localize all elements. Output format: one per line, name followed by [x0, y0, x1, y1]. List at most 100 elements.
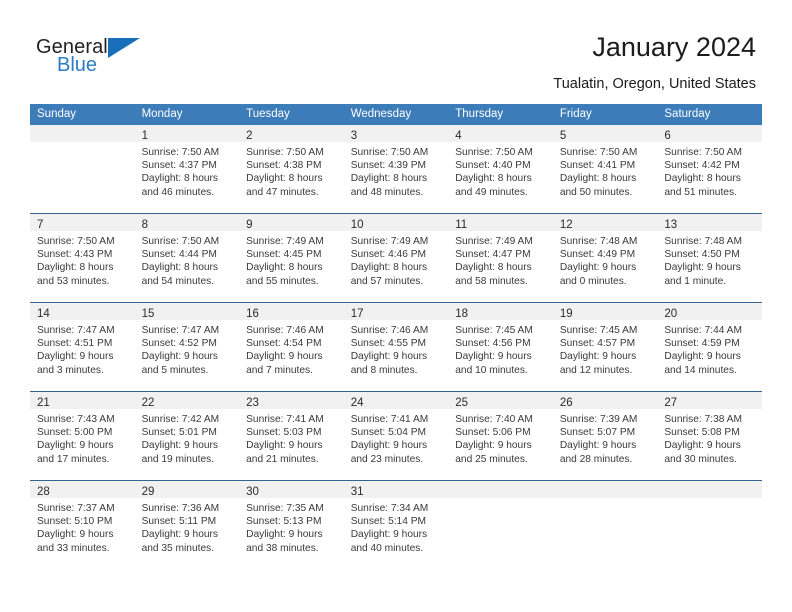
calendar-empty-cell	[657, 480, 762, 569]
calendar-day-cell[interactable]: 6 Sunrise: 7:50 AM Sunset: 4:42 PM Daylight…	[657, 125, 762, 214]
daylight-duration-line2: and 50 minutes.	[559, 186, 633, 198]
daylight-duration-line1: Daylight: 8 hours	[455, 173, 532, 185]
calendar-day-cell[interactable]: 16 Sunrise: 7:46 AM Sunset: 4:54 PM Dayligh…	[239, 302, 344, 392]
daylight-duration-line2: and 58 minutes.	[455, 275, 528, 287]
calendar-day-cell[interactable]: 28 Sunrise: 7:37 AM Sunset: 5:10 PM Dayligh…	[30, 480, 135, 569]
sunrise-time: Sunrise: 7:50 AM	[559, 147, 638, 158]
calendar-day-cell[interactable]: 11 Sunrise: 7:49 AM Sunset: 4:47 PM Dayligh…	[448, 213, 553, 303]
sunrise-time: Sunrise: 7:35 AM	[246, 503, 324, 514]
calendar-day-cell[interactable]: 2 Sunrise: 7:50 AM Sunset: 4:38 PM Daylight…	[239, 125, 344, 214]
day-number: 9	[246, 219, 253, 231]
day-cell-inner: 9 Sunrise: 7:49 AM Sunset: 4:45 PM Daylight…	[239, 214, 344, 302]
calendar-day-cell[interactable]: 17 Sunrise: 7:46 AM Sunset: 4:55 PM Dayligh…	[343, 302, 449, 392]
daylight-duration-line1: Daylight: 9 hours	[246, 529, 323, 541]
daylight-duration-line2: and 28 minutes.	[559, 453, 633, 465]
calendar-day-cell[interactable]: 26 Sunrise: 7:39 AM Sunset: 5:07 PM Dayligh…	[552, 391, 658, 481]
calendar-day-cell[interactable]: 7 Sunrise: 7:50 AM Sunset: 4:43 PM Daylight…	[30, 213, 135, 303]
day-cell-inner: 31 Sunrise: 7:34 AM Sunset: 5:14 PM Dayligh…	[343, 481, 449, 569]
day-cell-inner: 17 Sunrise: 7:46 AM Sunset: 4:55 PM Dayligh…	[343, 303, 449, 391]
calendar-day-cell[interactable]: 18 Sunrise: 7:45 AM Sunset: 4:56 PM Dayligh…	[448, 302, 553, 392]
calendar-day-cell[interactable]: 31 Sunrise: 7:34 AM Sunset: 5:14 PM Dayligh…	[343, 480, 449, 569]
sunrise-time: Sunrise: 7:41 AM	[350, 414, 429, 425]
sunset-time: Sunset: 5:04 PM	[350, 427, 427, 439]
sunrise-time: Sunrise: 7:50 AM	[246, 147, 324, 158]
calendar-day-cell[interactable]: 15 Sunrise: 7:47 AM Sunset: 4:52 PM Dayligh…	[134, 302, 240, 392]
weekday-header-sunday: Sunday	[30, 104, 135, 125]
day-number: 19	[559, 308, 573, 320]
daylight-duration-line1: Daylight: 9 hours	[141, 440, 219, 452]
calendar-day-cell[interactable]: 19 Sunrise: 7:45 AM Sunset: 4:57 PM Dayligh…	[552, 302, 658, 392]
day-cell-inner: 7 Sunrise: 7:50 AM Sunset: 4:43 PM Daylight…	[30, 214, 135, 302]
location-subtitle: Tualatin, Oregon, United States	[553, 76, 756, 92]
day-number-band: 21	[30, 392, 135, 409]
calendar-day-cell[interactable]: 20 Sunrise: 7:44 AM Sunset: 4:59 PM Dayligh…	[657, 302, 762, 392]
day-number-band: 1	[134, 125, 240, 142]
calendar-day-cell[interactable]: 13 Sunrise: 7:48 AM Sunset: 4:50 PM Dayligh…	[657, 213, 762, 303]
daylight-duration-line2: and 35 minutes.	[141, 542, 215, 554]
day-sun-info: Sunrise: 7:49 AM Sunset: 4:45 PM Daylight:…	[239, 231, 344, 288]
sunset-time: Sunset: 4:46 PM	[350, 249, 427, 261]
daylight-duration-line1: Daylight: 8 hours	[350, 262, 428, 274]
sunset-time: Sunset: 4:57 PM	[559, 338, 636, 350]
weekday-header-row: Sunday Monday Tuesday Wednesday Thursday…	[30, 104, 762, 125]
calendar-day-cell[interactable]: 23 Sunrise: 7:41 AM Sunset: 5:03 PM Dayligh…	[239, 391, 344, 481]
calendar-day-cell[interactable]: 9 Sunrise: 7:49 AM Sunset: 4:45 PM Daylight…	[239, 213, 344, 303]
calendar-week-row: 7 Sunrise: 7:50 AM Sunset: 4:43 PM Daylight…	[30, 213, 762, 303]
calendar-day-cell[interactable]: 10 Sunrise: 7:49 AM Sunset: 4:46 PM Dayligh…	[343, 213, 449, 303]
sunset-time: Sunset: 4:52 PM	[141, 338, 217, 350]
weekday-header-monday: Monday	[134, 104, 240, 125]
day-number-band: 6	[657, 125, 762, 142]
calendar-day-cell[interactable]: 22 Sunrise: 7:42 AM Sunset: 5:01 PM Dayligh…	[134, 391, 240, 481]
page-title: January 2024	[592, 32, 756, 62]
day-sun-info: Sunrise: 7:45 AM Sunset: 4:56 PM Daylight:…	[448, 320, 553, 377]
daylight-duration-line2: and 48 minutes.	[350, 186, 424, 198]
day-cell-inner: 29 Sunrise: 7:36 AM Sunset: 5:11 PM Dayligh…	[134, 481, 240, 569]
calendar-day-cell[interactable]: 4 Sunrise: 7:50 AM Sunset: 4:40 PM Daylight…	[448, 125, 553, 214]
calendar-day-cell[interactable]: 5 Sunrise: 7:50 AM Sunset: 4:41 PM Daylight…	[552, 125, 658, 214]
sunrise-time: Sunrise: 7:43 AM	[37, 414, 115, 425]
sunrise-time: Sunrise: 7:41 AM	[246, 414, 324, 425]
daylight-duration-line2: and 30 minutes.	[664, 453, 737, 465]
daylight-duration-line1: Daylight: 9 hours	[37, 440, 114, 452]
calendar-empty-cell	[448, 480, 553, 569]
sunrise-time: Sunrise: 7:36 AM	[141, 503, 220, 514]
day-cell-inner: 12 Sunrise: 7:48 AM Sunset: 4:49 PM Dayligh…	[552, 214, 658, 302]
day-sun-info: Sunrise: 7:38 AM Sunset: 5:08 PM Daylight:…	[657, 409, 762, 466]
day-cell-inner: 3 Sunrise: 7:50 AM Sunset: 4:39 PM Daylight…	[343, 125, 449, 213]
calendar-day-cell[interactable]: 3 Sunrise: 7:50 AM Sunset: 4:39 PM Daylight…	[343, 125, 449, 214]
day-sun-info: Sunrise: 7:40 AM Sunset: 5:06 PM Daylight:…	[448, 409, 553, 466]
sunset-time: Sunset: 4:42 PM	[664, 160, 740, 172]
daylight-duration-line1: Daylight: 9 hours	[664, 262, 741, 274]
general-blue-logo: General Blue	[36, 36, 156, 82]
calendar-day-cell[interactable]: 8 Sunrise: 7:50 AM Sunset: 4:44 PM Daylight…	[134, 213, 240, 303]
day-number: 15	[141, 308, 155, 320]
calendar-day-cell[interactable]: 29 Sunrise: 7:36 AM Sunset: 5:11 PM Dayligh…	[134, 480, 240, 569]
calendar-day-cell[interactable]: 14 Sunrise: 7:47 AM Sunset: 4:51 PM Dayligh…	[30, 302, 135, 392]
day-cell-inner: 19 Sunrise: 7:45 AM Sunset: 4:57 PM Dayligh…	[552, 303, 658, 391]
calendar-day-cell[interactable]: 12 Sunrise: 7:48 AM Sunset: 4:49 PM Dayligh…	[552, 213, 658, 303]
day-number-band: 23	[239, 392, 344, 409]
calendar-day-cell[interactable]: 27 Sunrise: 7:38 AM Sunset: 5:08 PM Dayligh…	[657, 391, 762, 481]
day-sun-info: Sunrise: 7:46 AM Sunset: 4:55 PM Daylight:…	[344, 320, 449, 377]
calendar-day-cell[interactable]: 24 Sunrise: 7:41 AM Sunset: 5:04 PM Dayligh…	[343, 391, 449, 481]
day-cell-inner: 1 Sunrise: 7:50 AM Sunset: 4:37 PM Daylight…	[134, 125, 240, 213]
daylight-duration-line1: Daylight: 9 hours	[141, 529, 219, 541]
day-sun-info: Sunrise: 7:41 AM Sunset: 5:04 PM Daylight:…	[344, 409, 449, 466]
weekday-header-friday: Friday	[552, 104, 658, 125]
page-header: General Blue January 2024 Tualatin, Oreg…	[0, 0, 792, 92]
calendar-day-cell[interactable]: 30 Sunrise: 7:35 AM Sunset: 5:13 PM Dayligh…	[239, 480, 344, 569]
day-number: 22	[141, 397, 155, 409]
day-number: 28	[37, 486, 50, 498]
sunset-time: Sunset: 4:56 PM	[455, 338, 531, 350]
calendar-day-cell[interactable]: 1 Sunrise: 7:50 AM Sunset: 4:37 PM Daylight…	[134, 125, 240, 214]
day-sun-info: Sunrise: 7:50 AM Sunset: 4:37 PM Daylight:…	[135, 142, 240, 199]
daylight-duration-line2: and 8 minutes.	[350, 364, 418, 376]
daylight-duration-line1: Daylight: 9 hours	[246, 351, 323, 363]
weekday-header-thursday: Thursday	[448, 104, 553, 125]
calendar-day-cell[interactable]: 21 Sunrise: 7:43 AM Sunset: 5:00 PM Dayligh…	[30, 391, 135, 481]
sunset-time: Sunset: 5:13 PM	[246, 516, 322, 528]
daylight-duration-line1: Daylight: 9 hours	[141, 351, 219, 363]
calendar-day-cell[interactable]: 25 Sunrise: 7:40 AM Sunset: 5:06 PM Dayligh…	[448, 391, 553, 481]
day-sun-info: Sunrise: 7:46 AM Sunset: 4:54 PM Daylight:…	[239, 320, 344, 377]
sunrise-time: Sunrise: 7:44 AM	[664, 325, 742, 336]
